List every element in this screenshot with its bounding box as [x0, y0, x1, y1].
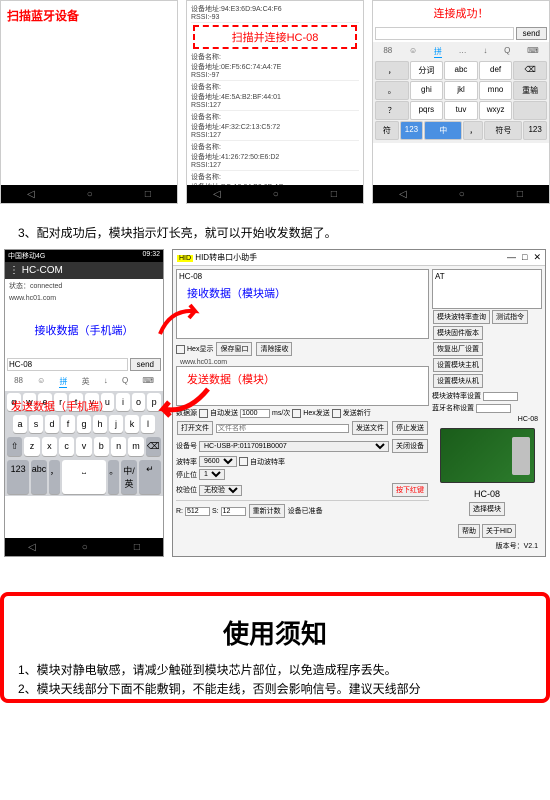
app-title-bar: ⋮ HC-COM [5, 262, 163, 279]
clear-recv-button[interactable]: 清除接收 [256, 342, 292, 356]
arrow-receive [155, 299, 205, 339]
module-photo [440, 428, 535, 483]
device-select[interactable]: HC-USB-P:0117091B0007 [199, 441, 389, 452]
send-button[interactable]: send [516, 27, 547, 40]
menu-icon[interactable]: ⋮ [9, 265, 19, 276]
notice-line-1: 1、模块对静电敏感，请减少触碰到模块芯片部位，以免造成程序丢失。 [12, 661, 538, 680]
space-key[interactable]: ⎵ [62, 460, 106, 494]
btn-baud-query[interactable]: 模块波特率查询 [433, 310, 490, 324]
phone-device-list: 设备地址:94:E3:6D:9A:C4:F6RSSI:-93 扫描并连接HC-0… [186, 0, 364, 204]
device-input[interactable] [7, 358, 128, 371]
btn-set-master[interactable]: 设置模块主机 [433, 358, 483, 372]
btn-set-slave[interactable]: 设置模块从机 [433, 374, 483, 388]
connect-overlay: 扫描并连接HC-08 [193, 25, 357, 49]
receive-label-phone: 接收数据（手机端） [5, 304, 163, 356]
baud-set-input[interactable] [483, 392, 518, 401]
minimize-icon[interactable]: — [507, 252, 516, 263]
btn-firmware[interactable]: 模块固件版本 [433, 326, 483, 340]
url-line: www.hc01.com [5, 293, 163, 304]
scan-title: 扫描蓝牙设备 [1, 1, 177, 30]
device-list: 设备地址:94:E3:6D:9A:C4:F6RSSI:-93 扫描并连接HC-0… [187, 1, 363, 203]
hex-show-checkbox[interactable] [176, 345, 185, 354]
select-module-button[interactable]: 选择模块 [469, 502, 505, 516]
save-window-button[interactable]: 保存窗口 [216, 342, 252, 356]
receive-label-win: 接收数据（模块端） [179, 281, 426, 305]
hid-serial-window: HID HID转串口小助手 —□✕ HC-08 接收数据（模块端） Hex显示 … [172, 249, 546, 557]
stop-send-button[interactable]: 停止发送 [392, 421, 428, 435]
phone-connected: 连接成功！ send 88 ☺ 拼 … ↓ Q ⌨ ，分词abcdef⌫ 。gh… [372, 0, 550, 204]
close-device-button[interactable]: 关闭设备 [392, 439, 428, 453]
status-bar: 中国移动4G09:32 [5, 250, 163, 262]
auto-baud-checkbox[interactable] [239, 457, 248, 466]
usage-notice: 使用须知 1、模块对静电敏感，请减少触碰到模块芯片部位，以免造成程序丢失。 2、… [0, 592, 550, 703]
send-label-phone: 发送数据（手机端） [11, 398, 110, 414]
conn-status: 状态：connected [5, 279, 163, 293]
about-button[interactable]: 关于HID [482, 524, 516, 538]
send-button[interactable]: send [130, 358, 161, 371]
filename-input[interactable] [216, 424, 349, 433]
hex-send-checkbox[interactable] [292, 409, 301, 418]
at-textarea[interactable]: AT [432, 269, 542, 309]
send-newline-checkbox[interactable] [332, 409, 341, 418]
press-red-button[interactable]: 按下红键 [392, 483, 428, 497]
module-label: HC-08 [432, 487, 542, 501]
stopbit-select[interactable]: 1 [199, 469, 225, 480]
phone-hccom: 中国移动4G09:32 ⋮ HC-COM 状态：connected www.hc… [4, 249, 164, 557]
help-button[interactable]: 帮助 [458, 524, 480, 538]
interval-input[interactable] [240, 409, 270, 418]
android-nav: ◁ ○ □ [1, 185, 177, 203]
back-icon[interactable]: ◁ [27, 189, 35, 200]
send-label-win: 发送数据（模块） [179, 369, 426, 389]
arrow-send [153, 384, 213, 424]
phone-scan: 扫描蓝牙设备 ◁ ○ □ [0, 0, 178, 204]
receive-textarea[interactable]: HC-08 接收数据（模块端） [176, 269, 429, 339]
send-file-button[interactable]: 发送文件 [352, 421, 388, 435]
connected-title: 连接成功！ [373, 1, 549, 25]
btname-input[interactable] [476, 404, 511, 413]
btn-factory-reset[interactable]: 恢复出厂设置 [433, 342, 483, 356]
home-icon[interactable]: ○ [87, 189, 93, 200]
send-textarea[interactable]: 发送数据（模块） [176, 366, 429, 406]
recent-icon[interactable]: □ [145, 189, 151, 200]
baud-select[interactable]: 9600 [199, 456, 237, 467]
instruction-3: 3、配对成功后，模块指示灯长亮，就可以开始收发数据了。 [0, 214, 550, 249]
keyboard: 88 ☺ 拼 … ↓ Q ⌨ ，分词abcdef⌫ 。ghijklmno重输 ？… [373, 42, 549, 143]
parity-select[interactable]: 无校验 [199, 485, 242, 496]
window-titlebar: HID HID转串口小助手 —□✕ [173, 250, 545, 266]
recount-button[interactable]: 重新计数 [249, 504, 285, 518]
notice-title: 使用须知 [12, 608, 538, 661]
msg-input[interactable] [375, 27, 514, 40]
close-icon[interactable]: ✕ [533, 252, 541, 263]
notice-line-2: 2、模块天线部分下面不能敷铜，不能走线，否则会影响信号。建议天线部分 [12, 680, 538, 699]
maximize-icon[interactable]: □ [522, 252, 527, 263]
btn-test-cmd[interactable]: 测试指令 [492, 310, 528, 324]
